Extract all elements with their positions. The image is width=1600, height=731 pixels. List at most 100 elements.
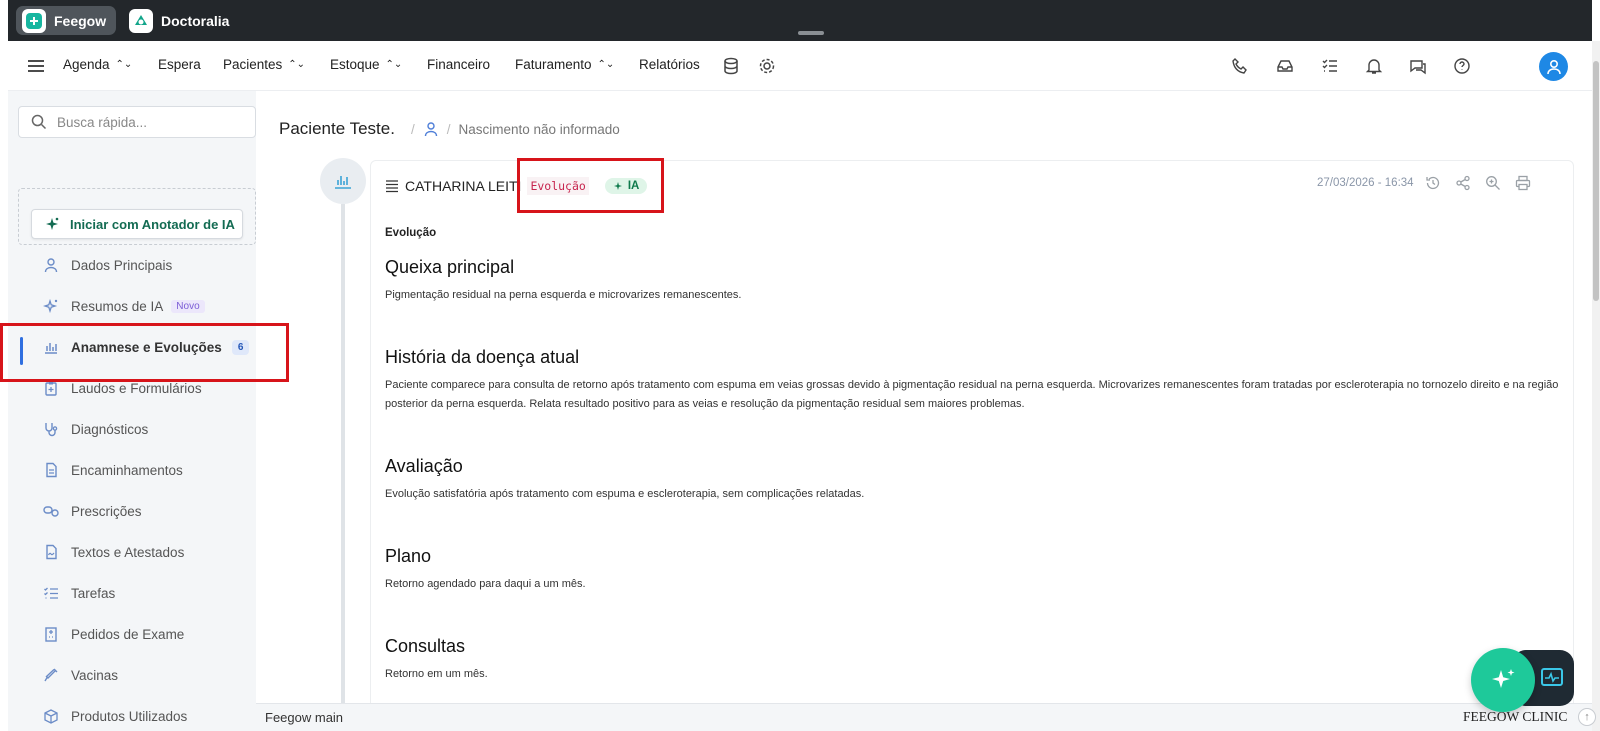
bar-chart-icon [335, 176, 351, 189]
nav-financeiro[interactable]: Financeiro [427, 57, 490, 72]
os-tab-doctoralia[interactable]: Doctoralia [123, 6, 239, 35]
chat-icon[interactable] [1408, 56, 1428, 76]
section-heading: Queixa principal [385, 257, 515, 277]
user-icon [1546, 59, 1561, 74]
os-tab-label: Feegow [54, 12, 107, 29]
pills-icon [43, 503, 59, 519]
nav-label: Espera [158, 57, 201, 72]
sidebar-item-label: Vacinas [71, 667, 119, 683]
nav-label: Relatórios [639, 57, 700, 72]
ai-assistant-fab-button[interactable] [1471, 648, 1535, 712]
ai-sparkle-icon [43, 298, 59, 314]
stethoscope-icon [43, 421, 59, 437]
document-icon [43, 462, 59, 478]
section-text: Evolução satisfatória após tratamento co… [385, 488, 865, 500]
section-text: Pigmentação residual na perna esquerda e… [385, 289, 742, 301]
section-queixa: Queixa principal Pigmentação residual na… [385, 257, 1565, 305]
sidebar-item-produtos-utilizados[interactable]: Produtos Utilizados [43, 705, 187, 727]
nav-relatorios[interactable]: Relatórios [639, 57, 700, 72]
drag-lines-icon[interactable] [385, 179, 399, 193]
sidebar-item-vacinas[interactable]: Vacinas [43, 664, 118, 686]
sidebar-item-tarefas[interactable]: Tarefas [43, 582, 115, 604]
drag-handle[interactable] [798, 31, 824, 35]
nav-label: Financeiro [427, 57, 491, 72]
task-list-icon[interactable] [1320, 56, 1340, 76]
nav-estoque[interactable]: Estoque ⌃⌄ [330, 57, 402, 72]
zoom-icon[interactable] [1485, 175, 1501, 191]
sidebar-item-pedidos-exame[interactable]: Pedidos de Exame [43, 623, 184, 645]
section-heading: História da doença atual [385, 347, 580, 367]
ai-sparkle-icon [1492, 669, 1515, 688]
sidebar-item-label: Tarefas [71, 585, 116, 601]
syringe-icon [43, 667, 59, 683]
sidebar-item-label: Encaminhamentos [71, 462, 183, 478]
nav-label: Estoque [330, 57, 380, 72]
evolution-record-card: CATHARINA LEITI Evolução IA 27/03/2026 -… [370, 160, 1574, 731]
birth-date: Nascimento não informado [458, 121, 620, 137]
sidebar-item-label: Prescrições [71, 503, 142, 519]
share-icon[interactable] [1455, 175, 1471, 191]
nav-espera[interactable]: Espera [158, 57, 201, 72]
nav-faturamento[interactable]: Faturamento ⌃⌄ [515, 57, 614, 72]
start-ai-annotator-button[interactable]: Iniciar com Anotador de IA [31, 209, 243, 239]
section-text: Paciente comparece para consulta de reto… [385, 379, 1559, 410]
quick-search-input[interactable]: Busca rápida... [18, 106, 256, 138]
sidebar-item-resumos-ia[interactable]: Resumos de IA Novo [43, 295, 205, 317]
timeline-line [341, 204, 345, 731]
scrollbar-thumb[interactable] [1593, 61, 1599, 301]
monitor-pulse-icon [1541, 668, 1563, 686]
chevron-updown-icon: ⌃⌄ [597, 59, 615, 70]
scroll-top-icon[interactable]: ↑ [1578, 708, 1596, 726]
box-icon [43, 708, 59, 724]
section-historia: História da doença atual Paciente compar… [385, 347, 1565, 414]
hamburger-menu-icon[interactable] [26, 56, 46, 76]
file-signature-icon [43, 544, 59, 560]
timeline-marker [320, 158, 366, 204]
user-avatar[interactable] [1539, 52, 1568, 81]
section-text: Retorno em um mês. [385, 668, 488, 680]
help-icon[interactable] [1452, 56, 1472, 76]
sidebar-item-encaminhamentos[interactable]: Encaminhamentos [43, 459, 183, 481]
ai-sparkle-icon [46, 217, 59, 230]
search-icon [31, 114, 47, 130]
environment-label: Feegow main [265, 710, 344, 725]
phone-icon[interactable] [1230, 56, 1250, 76]
sidebar-item-dados-principais[interactable]: Dados Principais [43, 254, 172, 276]
history-icon[interactable] [1425, 175, 1441, 191]
hospital-icon [43, 626, 59, 642]
doctoralia-logo-icon [129, 8, 153, 33]
database-icon[interactable] [721, 56, 741, 76]
print-icon[interactable] [1515, 175, 1531, 191]
page-scrollbar[interactable] [1592, 41, 1600, 731]
settings-gear-icon[interactable] [757, 56, 777, 76]
highlight-box-record-tags [517, 158, 664, 213]
sidebar-item-prescricoes[interactable]: Prescrições [43, 500, 142, 522]
highlight-box-anamnese-item [0, 323, 289, 382]
section-plano: Plano Retorno agendado para daqui a um m… [385, 546, 1565, 594]
sidebar-item-label: Resumos de IA [71, 298, 164, 314]
chevron-updown-icon: ⌃⌄ [385, 59, 403, 70]
search-placeholder: Busca rápida... [57, 114, 148, 130]
section-heading: Consultas [385, 636, 466, 656]
nav-pacientes[interactable]: Pacientes ⌃⌄ [223, 57, 305, 72]
record-datetime: 27/03/2026 - 16:34 [1317, 177, 1414, 189]
nav-label: Faturamento [515, 57, 592, 72]
clipboard-icon [43, 380, 59, 396]
os-tab-label: Doctoralia [161, 12, 230, 29]
nav-agenda[interactable]: Agenda ⌃⌄ [63, 57, 132, 72]
os-tab-feegow[interactable]: Feegow [16, 6, 117, 35]
record-author: CATHARINA LEITI [405, 178, 522, 194]
ai-annotator-box: Iniciar com Anotador de IA [18, 188, 256, 245]
user-icon [424, 122, 437, 137]
breadcrumb-separator: / [446, 121, 451, 137]
section-heading: Avaliação [385, 456, 463, 476]
sidebar-item-textos-atestados[interactable]: Textos e Atestados [43, 541, 184, 563]
bell-icon[interactable] [1364, 56, 1384, 76]
breadcrumb: Paciente Teste. / / Nascimento não infor… [279, 119, 620, 139]
nav-label: Pacientes [223, 57, 283, 72]
patient-name[interactable]: Paciente Teste. [279, 119, 395, 139]
top-navbar: Agenda ⌃⌄ Espera Pacientes ⌃⌄ Estoque ⌃⌄ Fi… [8, 41, 1592, 91]
sidebar-item-diagnosticos[interactable]: Diagnósticos [43, 418, 148, 440]
inbox-icon[interactable] [1275, 56, 1295, 76]
sidebar-item-label: Pedidos de Exame [71, 626, 185, 642]
